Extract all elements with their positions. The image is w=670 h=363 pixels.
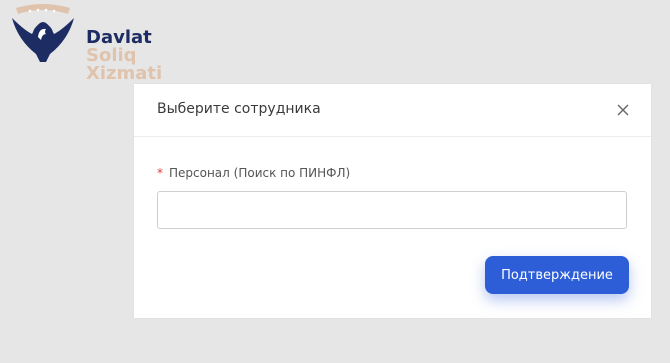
modal-header: Выберите сотрудника [134, 84, 651, 137]
close-icon[interactable] [613, 100, 633, 120]
eagle-emblem-icon [12, 4, 74, 62]
modal-title: Выберите сотрудника [157, 101, 321, 117]
logo-wordmark: Davlat Soliq Xizmati [86, 29, 162, 83]
select-employee-modal: Выберите сотрудника * Персонал (Поиск по … [134, 84, 651, 318]
logo-line-3: Xizmati [86, 63, 163, 84]
confirm-button[interactable]: Подтверждение [485, 256, 629, 294]
required-mark: * [157, 166, 163, 180]
personnel-label-text: Персонал (Поиск по ПИНФЛ) [169, 166, 351, 180]
personnel-search-input[interactable] [157, 191, 627, 229]
personnel-field-label: * Персонал (Поиск по ПИНФЛ) [157, 166, 350, 180]
dsx-logo: Davlat Soliq Xizmati [8, 4, 168, 84]
